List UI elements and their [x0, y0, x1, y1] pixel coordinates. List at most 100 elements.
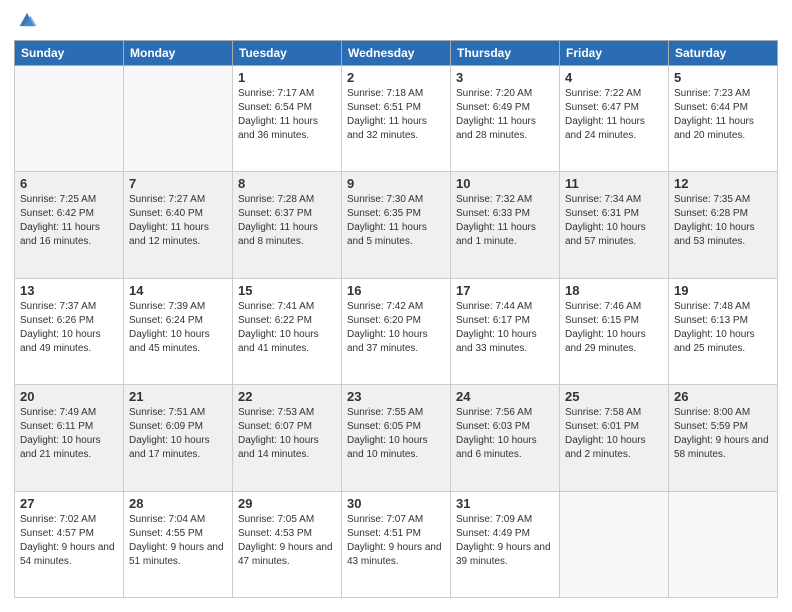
day-number: 28 — [129, 496, 227, 511]
day-number: 21 — [129, 389, 227, 404]
day-info: Sunrise: 7:44 AM Sunset: 6:17 PM Dayligh… — [456, 300, 554, 356]
day-number: 12 — [674, 176, 772, 191]
week-row-1: 1 Sunrise: 7:17 AM Sunset: 6:54 PM Daylig… — [15, 66, 778, 172]
calendar-cell: 24 Sunrise: 7:56 AM Sunset: 6:03 PM Dayli… — [451, 385, 560, 491]
calendar-cell: 9 Sunrise: 7:30 AM Sunset: 6:35 PM Daylig… — [342, 172, 451, 278]
day-info: Sunrise: 7:20 AM Sunset: 6:49 PM Dayligh… — [456, 87, 554, 143]
day-number: 15 — [238, 283, 336, 298]
day-info: Sunrise: 7:46 AM Sunset: 6:15 PM Dayligh… — [565, 300, 663, 356]
day-number: 10 — [456, 176, 554, 191]
day-number: 19 — [674, 283, 772, 298]
logo-icon — [16, 10, 38, 32]
week-row-3: 13 Sunrise: 7:37 AM Sunset: 6:26 PM Dayli… — [15, 278, 778, 384]
day-info: Sunrise: 7:37 AM Sunset: 6:26 PM Dayligh… — [20, 300, 118, 356]
calendar: SundayMondayTuesdayWednesdayThursdayFrid… — [14, 40, 778, 598]
calendar-cell — [124, 66, 233, 172]
day-info: Sunrise: 7:51 AM Sunset: 6:09 PM Dayligh… — [129, 406, 227, 462]
day-number: 9 — [347, 176, 445, 191]
calendar-cell: 31Sunrise: 7:09 AM Sunset: 4:49 PM Dayli… — [451, 491, 560, 597]
calendar-cell: 20 Sunrise: 7:49 AM Sunset: 6:11 PM Dayli… — [15, 385, 124, 491]
calendar-cell — [560, 491, 669, 597]
calendar-cell: 23Sunrise: 7:55 AM Sunset: 6:05 PM Dayli… — [342, 385, 451, 491]
calendar-cell: 13 Sunrise: 7:37 AM Sunset: 6:26 PM Dayli… — [15, 278, 124, 384]
day-info: Sunrise: 7:53 AM Sunset: 6:07 PM Dayligh… — [238, 406, 336, 462]
calendar-cell: 1 Sunrise: 7:17 AM Sunset: 6:54 PM Daylig… — [233, 66, 342, 172]
day-number: 13 — [20, 283, 118, 298]
day-number: 1 — [238, 70, 336, 85]
weekday-header-monday: Monday — [124, 41, 233, 66]
day-number: 3 — [456, 70, 554, 85]
day-info: Sunrise: 7:28 AM Sunset: 6:37 PM Dayligh… — [238, 193, 336, 249]
calendar-cell: 19Sunrise: 7:48 AM Sunset: 6:13 PM Dayli… — [669, 278, 778, 384]
weekday-header-friday: Friday — [560, 41, 669, 66]
day-info: Sunrise: 7:56 AM Sunset: 6:03 PM Dayligh… — [456, 406, 554, 462]
day-info: Sunrise: 7:27 AM Sunset: 6:40 PM Dayligh… — [129, 193, 227, 249]
day-number: 29 — [238, 496, 336, 511]
weekday-header-thursday: Thursday — [451, 41, 560, 66]
day-info: Sunrise: 7:30 AM Sunset: 6:35 PM Dayligh… — [347, 193, 445, 249]
day-info: Sunrise: 7:23 AM Sunset: 6:44 PM Dayligh… — [674, 87, 772, 143]
calendar-cell: 10 Sunrise: 7:32 AM Sunset: 6:33 PM Dayli… — [451, 172, 560, 278]
calendar-cell: 7 Sunrise: 7:27 AM Sunset: 6:40 PM Daylig… — [124, 172, 233, 278]
calendar-cell: 4Sunrise: 7:22 AM Sunset: 6:47 PM Daylig… — [560, 66, 669, 172]
logo — [14, 10, 40, 32]
day-number: 6 — [20, 176, 118, 191]
calendar-cell: 18Sunrise: 7:46 AM Sunset: 6:15 PM Dayli… — [560, 278, 669, 384]
day-number: 20 — [20, 389, 118, 404]
calendar-cell: 30Sunrise: 7:07 AM Sunset: 4:51 PM Dayli… — [342, 491, 451, 597]
calendar-cell: 8 Sunrise: 7:28 AM Sunset: 6:37 PM Daylig… — [233, 172, 342, 278]
day-number: 26 — [674, 389, 772, 404]
day-info: Sunrise: 7:32 AM Sunset: 6:33 PM Dayligh… — [456, 193, 554, 249]
day-info: Sunrise: 7:17 AM Sunset: 6:54 PM Dayligh… — [238, 87, 336, 143]
calendar-cell: 12Sunrise: 7:35 AM Sunset: 6:28 PM Dayli… — [669, 172, 778, 278]
calendar-cell: 29Sunrise: 7:05 AM Sunset: 4:53 PM Dayli… — [233, 491, 342, 597]
day-info: Sunrise: 7:09 AM Sunset: 4:49 PM Dayligh… — [456, 513, 554, 569]
day-info: Sunrise: 7:22 AM Sunset: 6:47 PM Dayligh… — [565, 87, 663, 143]
day-info: Sunrise: 7:02 AM Sunset: 4:57 PM Dayligh… — [20, 513, 118, 569]
header — [14, 10, 778, 32]
calendar-cell: 21 Sunrise: 7:51 AM Sunset: 6:09 PM Dayli… — [124, 385, 233, 491]
weekday-header-sunday: Sunday — [15, 41, 124, 66]
calendar-cell: 22 Sunrise: 7:53 AM Sunset: 6:07 PM Dayli… — [233, 385, 342, 491]
day-number: 2 — [347, 70, 445, 85]
week-row-4: 20 Sunrise: 7:49 AM Sunset: 6:11 PM Dayli… — [15, 385, 778, 491]
week-row-2: 6 Sunrise: 7:25 AM Sunset: 6:42 PM Daylig… — [15, 172, 778, 278]
calendar-cell: 25Sunrise: 7:58 AM Sunset: 6:01 PM Dayli… — [560, 385, 669, 491]
calendar-cell: 28 Sunrise: 7:04 AM Sunset: 4:55 PM Dayli… — [124, 491, 233, 597]
week-row-5: 27 Sunrise: 7:02 AM Sunset: 4:57 PM Dayli… — [15, 491, 778, 597]
weekday-header-row: SundayMondayTuesdayWednesdayThursdayFrid… — [15, 41, 778, 66]
day-number: 24 — [456, 389, 554, 404]
calendar-cell: 3 Sunrise: 7:20 AM Sunset: 6:49 PM Daylig… — [451, 66, 560, 172]
weekday-header-tuesday: Tuesday — [233, 41, 342, 66]
day-number: 23 — [347, 389, 445, 404]
calendar-cell — [669, 491, 778, 597]
day-number: 7 — [129, 176, 227, 191]
calendar-cell: 2 Sunrise: 7:18 AM Sunset: 6:51 PM Daylig… — [342, 66, 451, 172]
day-number: 8 — [238, 176, 336, 191]
day-info: Sunrise: 8:00 AM Sunset: 5:59 PM Dayligh… — [674, 406, 772, 462]
day-number: 22 — [238, 389, 336, 404]
day-number: 16 — [347, 283, 445, 298]
calendar-cell: 15 Sunrise: 7:41 AM Sunset: 6:22 PM Dayli… — [233, 278, 342, 384]
calendar-cell — [15, 66, 124, 172]
weekday-header-saturday: Saturday — [669, 41, 778, 66]
day-info: Sunrise: 7:49 AM Sunset: 6:11 PM Dayligh… — [20, 406, 118, 462]
calendar-cell: 11 Sunrise: 7:34 AM Sunset: 6:31 PM Dayli… — [560, 172, 669, 278]
calendar-cell: 16 Sunrise: 7:42 AM Sunset: 6:20 PM Dayli… — [342, 278, 451, 384]
day-info: Sunrise: 7:04 AM Sunset: 4:55 PM Dayligh… — [129, 513, 227, 569]
day-info: Sunrise: 7:25 AM Sunset: 6:42 PM Dayligh… — [20, 193, 118, 249]
calendar-cell: 26 Sunrise: 8:00 AM Sunset: 5:59 PM Dayli… — [669, 385, 778, 491]
day-number: 17 — [456, 283, 554, 298]
day-info: Sunrise: 7:18 AM Sunset: 6:51 PM Dayligh… — [347, 87, 445, 143]
day-info: Sunrise: 7:42 AM Sunset: 6:20 PM Dayligh… — [347, 300, 445, 356]
day-number: 25 — [565, 389, 663, 404]
day-number: 11 — [565, 176, 663, 191]
calendar-cell: 6 Sunrise: 7:25 AM Sunset: 6:42 PM Daylig… — [15, 172, 124, 278]
day-info: Sunrise: 7:41 AM Sunset: 6:22 PM Dayligh… — [238, 300, 336, 356]
day-info: Sunrise: 7:34 AM Sunset: 6:31 PM Dayligh… — [565, 193, 663, 249]
weekday-header-wednesday: Wednesday — [342, 41, 451, 66]
calendar-cell: 17 Sunrise: 7:44 AM Sunset: 6:17 PM Dayli… — [451, 278, 560, 384]
calendar-cell: 5Sunrise: 7:23 AM Sunset: 6:44 PM Daylig… — [669, 66, 778, 172]
day-number: 30 — [347, 496, 445, 511]
day-number: 27 — [20, 496, 118, 511]
